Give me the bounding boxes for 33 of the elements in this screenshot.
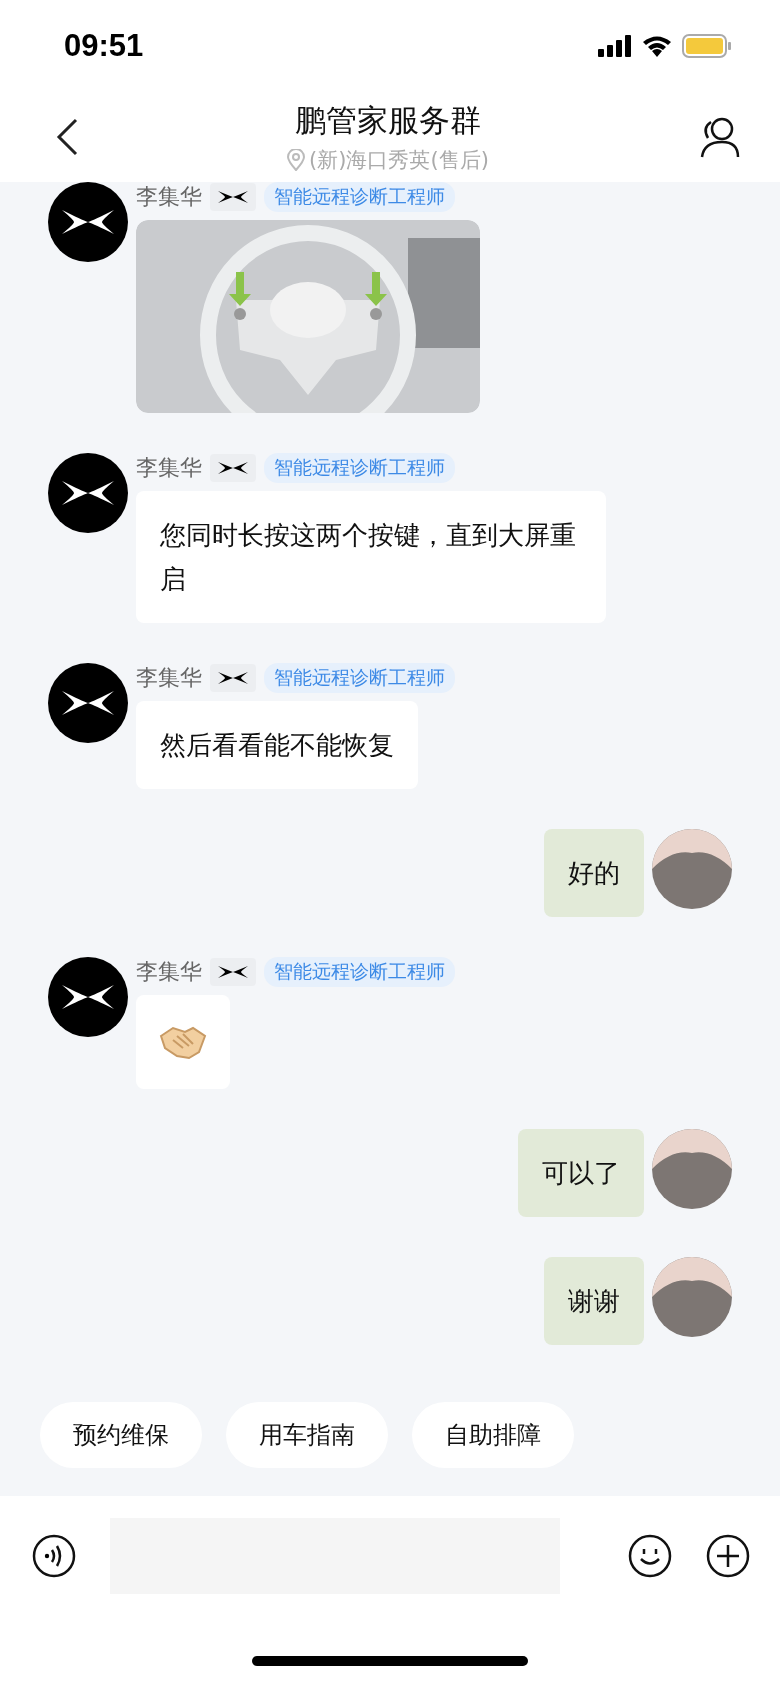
chat-title: 鹏管家服务群	[295, 101, 481, 140]
quick-action-button[interactable]: 自助排障	[412, 1402, 574, 1468]
chat-subtitle: (新)海口秀英(售后)	[309, 147, 489, 174]
brand-badge	[210, 183, 256, 211]
message-bubble[interactable]: 谢谢	[544, 1257, 644, 1345]
quick-action-button[interactable]: 用车指南	[226, 1402, 388, 1468]
message-bubble[interactable]: 好的	[544, 829, 644, 917]
sender-name: 李集华	[136, 664, 202, 692]
wifi-icon	[642, 35, 672, 57]
steering-wheel-photo[interactable]	[136, 220, 480, 413]
role-tag: 智能远程诊断工程师	[264, 957, 455, 987]
role-tag: 智能远程诊断工程师	[264, 453, 455, 483]
brand-badge	[210, 454, 256, 482]
back-icon[interactable]	[56, 118, 78, 156]
group-members-icon[interactable]	[698, 116, 740, 158]
role-tag: 智能远程诊断工程师	[264, 182, 455, 212]
sender-name: 李集华	[136, 183, 202, 211]
role-tag: 智能远程诊断工程师	[264, 663, 455, 693]
sender-name: 李集华	[136, 454, 202, 482]
location-pin-icon	[287, 149, 306, 171]
message-bubble[interactable]: 可以了	[518, 1129, 644, 1217]
signal-icon	[598, 35, 632, 57]
brand-badge	[210, 958, 256, 986]
brand-badge	[210, 664, 256, 692]
quick-action-button[interactable]: 预约维保	[40, 1402, 202, 1468]
message-bubble[interactable]: 您同时长按这两个按键，直到大屏重启	[136, 491, 606, 623]
emoji-icon[interactable]	[628, 1534, 672, 1578]
status-time: 09:51	[64, 28, 144, 64]
plus-icon[interactable]	[706, 1534, 750, 1578]
message-bubble[interactable]: 然后看看能不能恢复	[136, 701, 418, 789]
sender-name: 李集华	[136, 958, 202, 986]
battery-icon	[682, 34, 732, 58]
voice-icon[interactable]	[32, 1534, 76, 1578]
